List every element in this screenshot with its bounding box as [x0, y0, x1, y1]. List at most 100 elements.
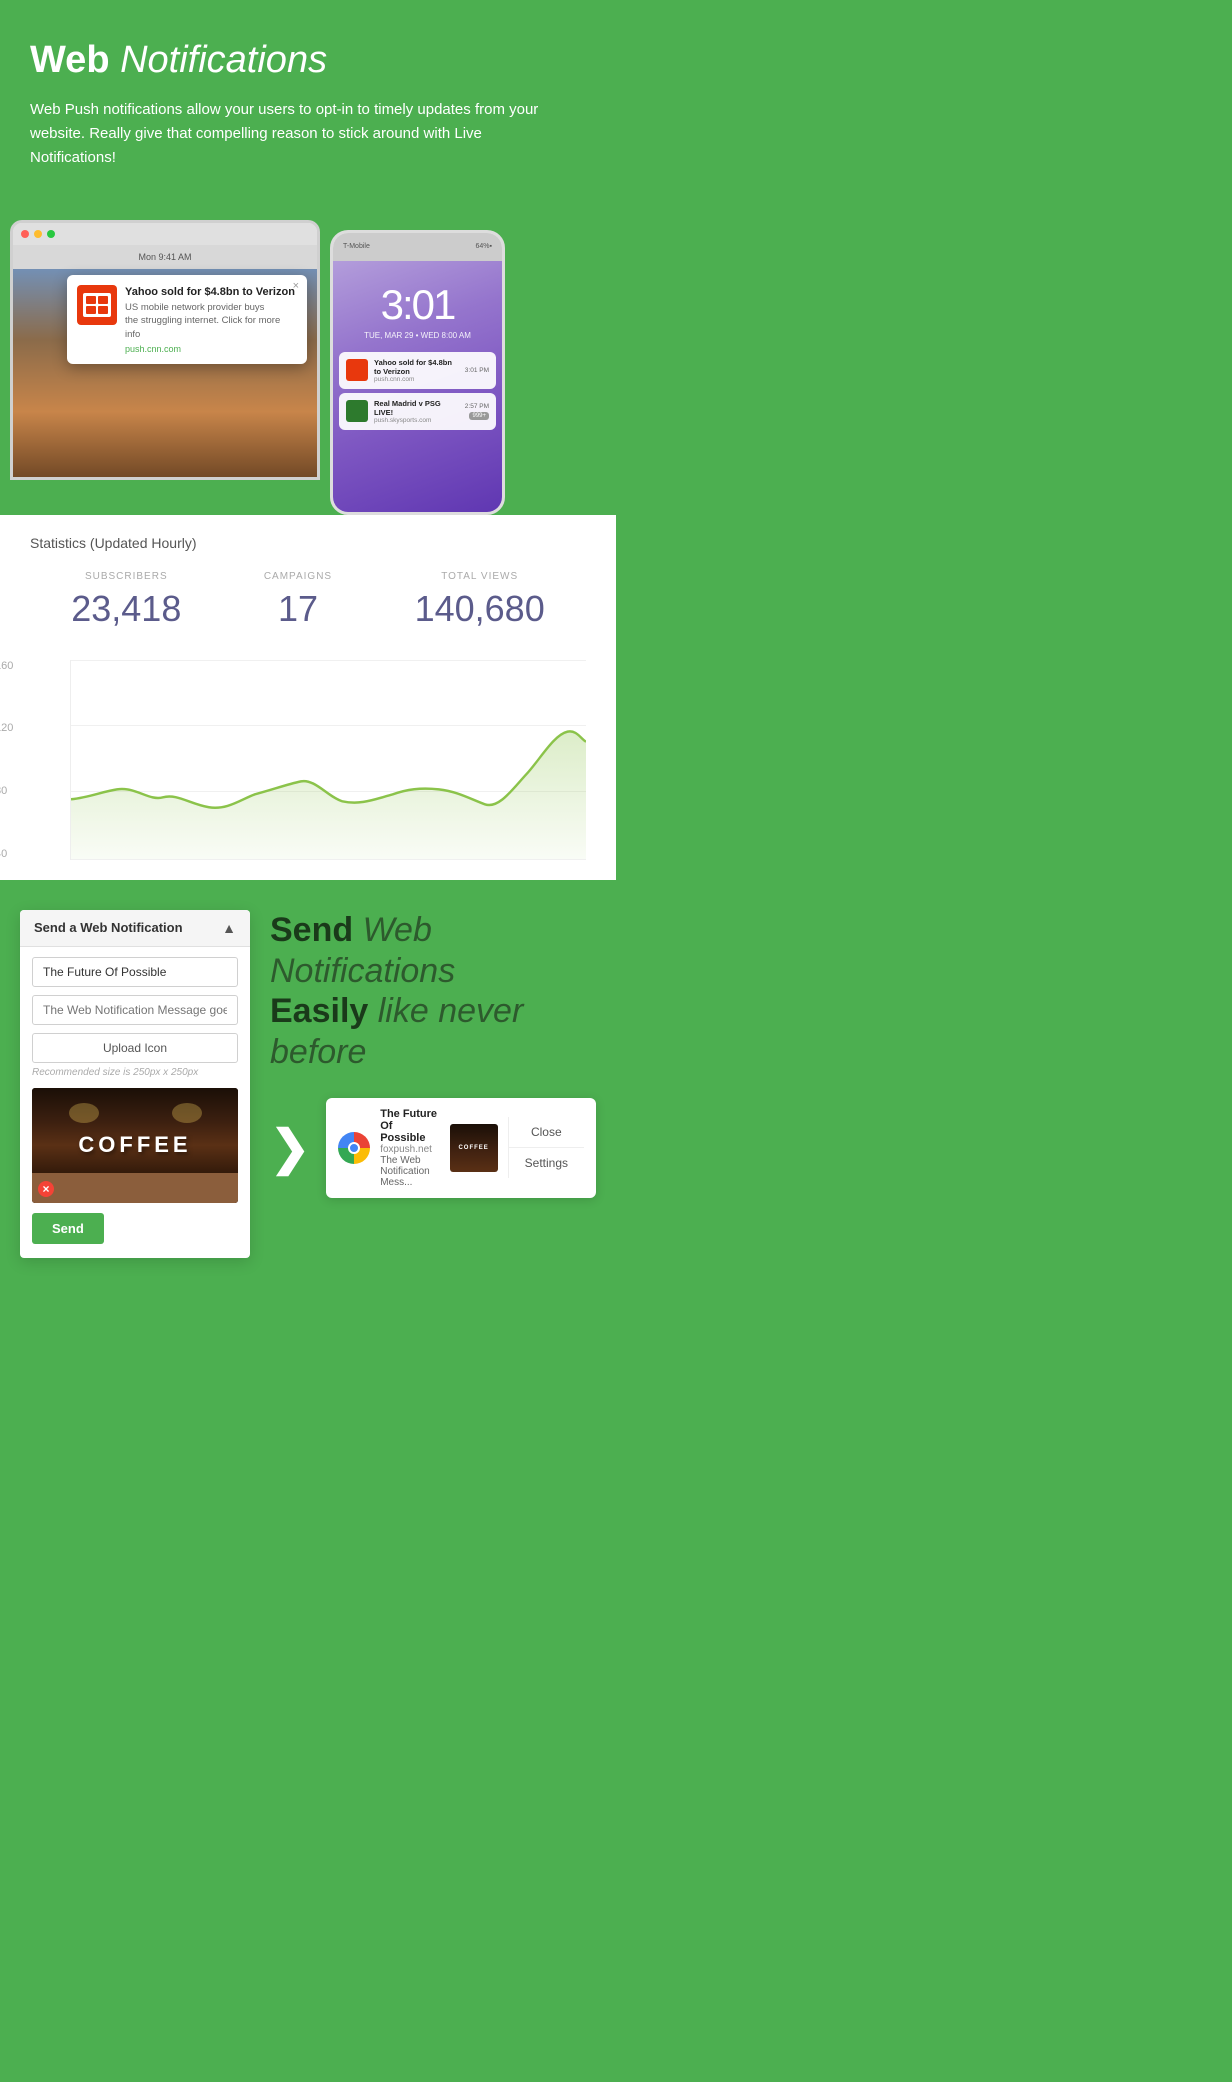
stat-total-views-label: TOTAL VIEWS	[415, 571, 545, 582]
notification-preview-domain: foxpush.net	[380, 1144, 439, 1155]
stats-section: Statistics (Updated Hourly) SUBSCRIBERS …	[0, 515, 616, 660]
remove-image-button[interactable]: ×	[38, 1181, 54, 1197]
hero-title: Web Notifications	[30, 40, 586, 82]
hero-title-bold: Web	[30, 39, 110, 81]
phone-notif-title-2: Real Madrid v PSG LIVE!	[374, 399, 459, 417]
send-title: Send Web Notifications Easily like never…	[270, 910, 596, 1073]
stat-campaigns: CAMPAIGNS 17	[264, 571, 332, 630]
phone-notif-text-1: Yahoo sold for $4.8bn to Verizon push.cn…	[374, 358, 459, 383]
notification-preview-text: The Future Of Possible foxpush.net The W…	[380, 1108, 439, 1188]
stats-title: Statistics (Updated Hourly)	[30, 535, 586, 551]
chart-svg	[71, 660, 586, 859]
phone-notif-icon-1	[346, 359, 368, 381]
y-label-160: 160	[0, 660, 13, 672]
mac-dot-red	[21, 230, 29, 238]
phone-notif-time-1: 3:01 PM	[465, 367, 489, 374]
notification-preview-image: COFFEE	[450, 1124, 498, 1172]
coffee-table	[32, 1173, 238, 1203]
hero-section: Web Notifications Web Push notifications…	[0, 0, 616, 200]
hero-description: Web Push notifications allow your users …	[30, 98, 550, 170]
y-label-80: 80	[0, 785, 13, 797]
phone-notif-title-1: Yahoo sold for $4.8bn to Verizon	[374, 358, 459, 376]
chrome-inner	[348, 1142, 360, 1154]
coffee-text: COFFEE	[78, 1132, 191, 1158]
coffee-image: COFFEE ×	[32, 1088, 238, 1203]
phone-notif-source-1: push.cnn.com	[374, 376, 459, 383]
mac-screen: Mon 9:41 AM Yahoo sold for $4.8bn to Ver…	[13, 245, 317, 480]
stats-numbers: SUBSCRIBERS 23,418 CAMPAIGNS 17 TOTAL VI…	[30, 571, 586, 630]
send-title-send: Send	[270, 911, 363, 949]
stat-subscribers-label: SUBSCRIBERS	[71, 571, 181, 582]
form-header-title: Send a Web Notification	[34, 920, 183, 935]
phone-status: 64%▪	[476, 243, 493, 250]
y-label-40: 40	[0, 848, 13, 860]
phone-notif-text-2: Real Madrid v PSG LIVE! push.skysports.c…	[374, 399, 459, 424]
stat-subscribers: SUBSCRIBERS 23,418	[71, 571, 181, 630]
chart-section: 160 120 80 40	[0, 660, 616, 880]
chart-y-labels: 160 120 80 40	[0, 660, 13, 860]
form-header: Send a Web Notification ▲	[20, 910, 250, 947]
collapse-icon[interactable]: ▲	[222, 920, 236, 936]
phone-top-bar: T-Mobile 64%▪	[333, 233, 502, 261]
notification-form-panel: Send a Web Notification ▲ Upload Icon Re…	[20, 910, 250, 1258]
bottom-section: Send a Web Notification ▲ Upload Icon Re…	[0, 880, 616, 1298]
phone-date: TUE, MAR 29 • WED 8:00 AM	[333, 331, 502, 340]
mac-top-bar	[13, 223, 317, 245]
desktop-notif-title: Yahoo sold for $4.8bn to Verizon	[125, 285, 297, 299]
mac-mockup: Mon 9:41 AM Yahoo sold for $4.8bn to Ver…	[10, 220, 320, 480]
phone-notif-time-2: 2:57 PM	[465, 403, 489, 410]
stat-campaigns-label: CAMPAIGNS	[264, 571, 332, 582]
coffee-light-1	[69, 1103, 99, 1123]
grid-line-40	[71, 859, 586, 860]
notification-title-input[interactable]	[32, 957, 238, 987]
close-icon[interactable]: ×	[293, 280, 299, 292]
phone-notif-source-2: push.skysports.com	[374, 417, 459, 424]
devices-section: Mon 9:41 AM Yahoo sold for $4.8bn to Ver…	[0, 200, 616, 515]
chart-area	[70, 660, 586, 860]
phone-notif-1: Yahoo sold for $4.8bn to Verizon push.cn…	[339, 352, 496, 389]
upload-hint: Recommended size is 250px x 250px	[32, 1067, 238, 1078]
notification-preview-buttons: Close Settings	[508, 1117, 584, 1178]
form-body: Upload Icon Recommended size is 250px x …	[20, 947, 250, 1258]
notification-preview-image-text: COFFEE	[458, 1145, 488, 1151]
phone-mockup: T-Mobile 64%▪ 3:01 TUE, MAR 29 • WED 8:0…	[330, 230, 505, 515]
desktop-notif-source: push.cnn.com	[125, 344, 297, 354]
phone-notifications: Yahoo sold for $4.8bn to Verizon push.cn…	[339, 352, 496, 430]
phone-carrier: T-Mobile	[343, 243, 370, 250]
hero-title-italic: Notifications	[120, 39, 327, 81]
stat-total-views: TOTAL VIEWS 140,680	[415, 571, 545, 630]
chrome-icon	[338, 1132, 370, 1164]
arrow-preview-container: ❯ The Future Of Possible foxpush.net The…	[270, 1098, 596, 1198]
desktop-notif-icon	[77, 285, 117, 325]
bottom-right: Send Web Notifications Easily like never…	[270, 910, 596, 1198]
phone-notif-icon-2	[346, 400, 368, 422]
notification-close-button[interactable]: Close	[509, 1117, 584, 1148]
arrow-icon: ❯	[270, 1120, 310, 1176]
desktop-notification-popup: Yahoo sold for $4.8bn to Verizon US mobi…	[67, 275, 307, 364]
send-button[interactable]: Send	[32, 1213, 104, 1244]
notification-preview-body: The Web Notification Mess...	[380, 1155, 439, 1188]
notification-preview-title: The Future Of Possible	[380, 1108, 439, 1144]
phone-screen: 3:01 TUE, MAR 29 • WED 8:00 AM Yahoo sol…	[333, 261, 502, 515]
stat-campaigns-value: 17	[264, 588, 332, 630]
coffee-lights	[32, 1103, 238, 1123]
notification-settings-button[interactable]: Settings	[509, 1148, 584, 1178]
phone-notif-2: Real Madrid v PSG LIVE! push.skysports.c…	[339, 393, 496, 430]
phone-notif-badge-2: 999+	[469, 412, 489, 420]
stat-total-views-value: 140,680	[415, 588, 545, 630]
notification-preview: The Future Of Possible foxpush.net The W…	[326, 1098, 596, 1198]
y-label-120: 120	[0, 722, 13, 734]
stat-subscribers-value: 23,418	[71, 588, 181, 630]
mac-dot-green	[47, 230, 55, 238]
notification-preview-main: The Future Of Possible foxpush.net The W…	[326, 1098, 596, 1198]
phone-time: 3:01	[333, 261, 502, 329]
desktop-notif-text: Yahoo sold for $4.8bn to Verizon US mobi…	[125, 285, 297, 354]
mac-address-bar: Mon 9:41 AM	[13, 245, 317, 269]
upload-icon-button[interactable]: Upload Icon	[32, 1033, 238, 1063]
coffee-light-2	[172, 1103, 202, 1123]
mac-dot-yellow	[34, 230, 42, 238]
notif-icon-inner	[83, 293, 111, 317]
send-title-easily: Easily	[270, 992, 378, 1030]
notification-message-input[interactable]	[32, 995, 238, 1025]
desktop-notif-body: US mobile network provider buys the stru…	[125, 301, 297, 341]
